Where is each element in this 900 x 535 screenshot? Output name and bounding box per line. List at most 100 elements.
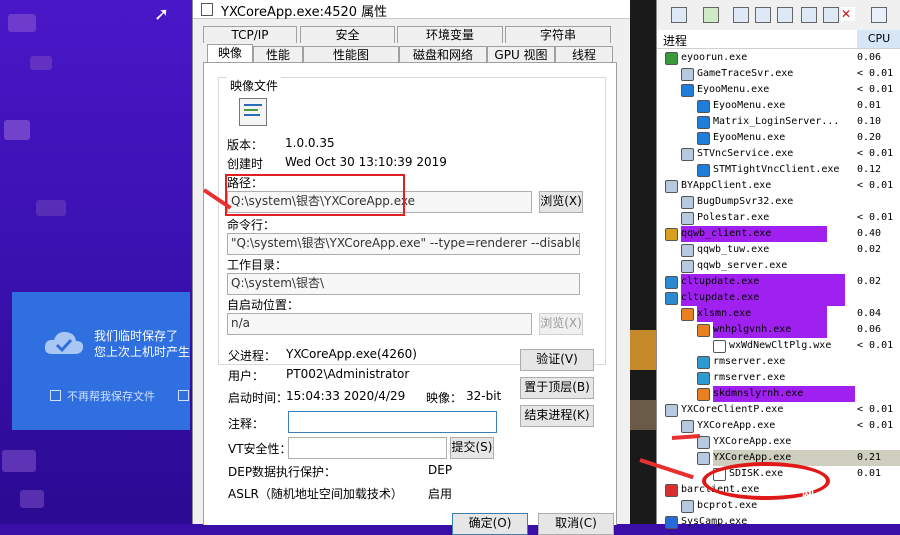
process-icon (697, 100, 710, 113)
process-icon (681, 212, 694, 225)
process-row[interactable]: STMTightVncClient.exe 0.12 (657, 162, 900, 178)
process-row[interactable]: qqwb_tuw.exe 0.02 (657, 242, 900, 258)
process-icon (665, 52, 678, 65)
process-name: EyooMenu.exe (697, 84, 770, 95)
process-row[interactable]: cltupdate.exe (657, 290, 900, 306)
start-time-value: 15:04:33 2020/4/29 (286, 389, 406, 403)
cmdline-label: 命令行： (227, 218, 276, 232)
process-row[interactable]: Matrix_LoginServer... 0.10 (657, 114, 900, 130)
find-window-icon[interactable] (801, 7, 817, 23)
aslr-label: ASLR（随机地址空间加载技术） (228, 487, 403, 501)
process-cpu: < 0.01 (857, 340, 894, 351)
tab-tcpip[interactable]: TCP/IP (203, 26, 297, 43)
search-icon[interactable] (871, 7, 887, 23)
tab-disk-network[interactable]: 磁盘和网络 (399, 46, 487, 63)
path-browse-button[interactable]: 浏览(X) (539, 191, 583, 213)
dep-label: DEP数据执行保护： (228, 465, 337, 479)
submit-button[interactable]: 提交(S) (450, 437, 494, 459)
kill-process-button[interactable]: 结束进程(K) (520, 405, 594, 427)
process-icon (665, 516, 678, 529)
tab-strings[interactable]: 字符串 (505, 26, 611, 43)
cancel-button[interactable]: 取消(C) (538, 513, 614, 535)
process-row[interactable]: wnhplgvnh.exe 0.06 (657, 322, 900, 338)
process-row[interactable]: BYAppClient.exe < 0.01 (657, 178, 900, 194)
tab-gpu[interactable]: GPU 视图 (487, 46, 555, 63)
kill-process-icon[interactable]: ✕ (841, 7, 855, 21)
watermark-site: 583go.com (832, 504, 900, 517)
process-cpu: 0.02 (857, 276, 882, 287)
process-cpu: 0.06 (857, 52, 882, 63)
process-name: STMTightVncClient.exe (713, 164, 840, 175)
process-row[interactable]: GameTraceSvr.exe < 0.01 (657, 66, 900, 82)
dialog-title: YXCoreApp.exe:4520 属性 (221, 5, 388, 20)
process-icon (681, 500, 694, 513)
process-cpu: < 0.01 (857, 148, 894, 159)
process-row[interactable]: cltupdate.exe 0.02 (657, 274, 900, 290)
process-row[interactable]: skdmnslyrnh.exe (657, 386, 900, 402)
process-cpu: 0.01 (857, 468, 882, 479)
tab-environment[interactable]: 环境变量 (397, 26, 503, 43)
process-name: cltupdate.exe (681, 292, 760, 303)
tree-icon[interactable] (777, 7, 793, 23)
vt-security-field[interactable] (288, 437, 447, 459)
bring-to-front-button[interactable]: 置于顶层(B) (520, 377, 594, 399)
notification-extra-checkbox[interactable] (178, 390, 189, 401)
process-cpu: 0.06 (857, 324, 882, 335)
process-name: BugDumpSvr32.exe (697, 196, 794, 207)
properties-icon[interactable] (755, 7, 771, 23)
process-row[interactable]: xlsmn.exe 0.04 (657, 306, 900, 322)
dont-save-checkbox[interactable]: 不再帮我保存文件 (50, 388, 155, 404)
dll-view-icon[interactable] (823, 7, 839, 23)
path-highlight-box (225, 174, 405, 216)
process-row[interactable]: rmserver.exe (657, 354, 900, 370)
user-value: PT002\Administrator (286, 367, 410, 381)
column-cpu[interactable]: CPU (857, 30, 900, 48)
autostart-field[interactable]: n/a (227, 313, 532, 335)
process-row[interactable]: YXCoreApp.exe < 0.01 (657, 418, 900, 434)
process-cpu: 0.04 (857, 308, 882, 319)
save-icon[interactable] (671, 7, 687, 23)
process-row[interactable]: STVncService.exe < 0.01 (657, 146, 900, 162)
process-row[interactable]: qqwb_client.exe 0.40 (657, 226, 900, 242)
tab-performance-graph[interactable]: 性能图 (303, 46, 399, 63)
refresh-icon[interactable] (703, 7, 719, 23)
image-type-label: 映像： (426, 391, 463, 405)
comment-input[interactable] (288, 411, 497, 433)
verify-button[interactable]: 验证(V) (520, 349, 594, 371)
process-row[interactable]: EyooMenu.exe 0.20 (657, 130, 900, 146)
process-icon (697, 452, 710, 465)
cmdline-field[interactable]: "Q:\system\银杏\YXCoreApp.exe" --type=rend… (227, 233, 580, 255)
process-row[interactable]: Polestar.exe < 0.01 (657, 210, 900, 226)
workdir-field[interactable]: Q:\system\银杏\ (227, 273, 580, 295)
process-row[interactable]: EyooMenu.exe 0.01 (657, 98, 900, 114)
process-row[interactable]: wxWdNewCltPlg.wxe < 0.01 (657, 338, 900, 354)
process-name: YXCoreApp.exe (697, 420, 776, 431)
image-type-value: 32-bit (466, 389, 502, 403)
column-process[interactable]: 进程 (663, 32, 687, 49)
ok-button[interactable]: 确定(O) (452, 513, 528, 535)
tab-image[interactable]: 映像 (207, 44, 253, 63)
system-info-icon[interactable] (733, 7, 749, 23)
desktop-background: ➚ (0, 0, 200, 524)
process-name: YXCoreClientP.exe (681, 404, 784, 415)
tab-performance[interactable]: 性能 (253, 46, 303, 63)
process-name: STVncService.exe (697, 148, 794, 159)
process-row[interactable]: BugDumpSvr32.exe (657, 194, 900, 210)
dialog-titlebar[interactable]: YXCoreApp.exe:4520 属性 (193, 0, 631, 20)
process-row[interactable]: eyoorun.exe 0.06 (657, 50, 900, 66)
autostart-browse-button[interactable]: 浏览(X) (539, 313, 583, 335)
process-row[interactable]: qqwb_server.exe (657, 258, 900, 274)
tab-threads[interactable]: 线程 (555, 46, 613, 63)
tab-security[interactable]: 安全 (300, 26, 395, 43)
application-icon (239, 98, 267, 126)
backup-notification[interactable]: 我们临时保存了 您上次上机时产生 不再帮我保存文件 (12, 292, 190, 430)
image-file-group-title: 映像文件 (227, 77, 282, 94)
process-row[interactable]: YXCoreClientP.exe < 0.01 (657, 402, 900, 418)
process-name: wxWdNewCltPlg.wxe (729, 340, 832, 351)
cloud-check-icon (44, 331, 84, 354)
process-row[interactable]: rmserver.exe (657, 370, 900, 386)
process-name: eyoorun.exe (681, 52, 748, 63)
process-row[interactable]: EyooMenu.exe < 0.01 (657, 82, 900, 98)
process-cpu: 0.02 (857, 244, 882, 255)
process-name: BYAppClient.exe (681, 180, 772, 191)
